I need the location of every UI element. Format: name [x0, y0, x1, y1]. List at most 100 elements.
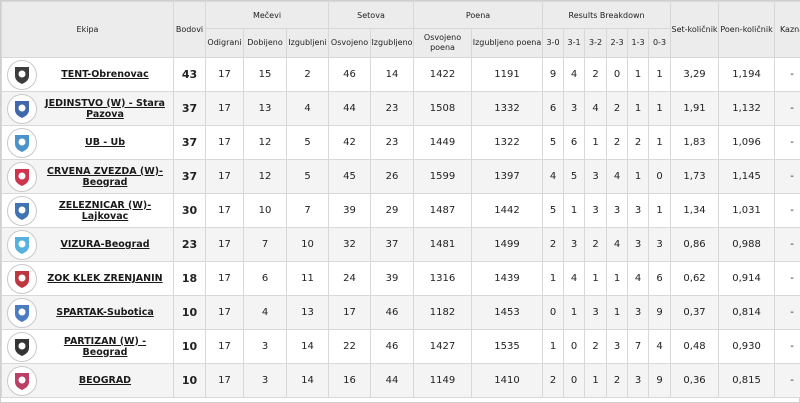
result-3-2-cell: 1: [584, 261, 608, 296]
team-name-link[interactable]: SPARTAK-Subotica: [37, 307, 173, 318]
won-cell: 3: [243, 329, 287, 364]
header-izgubljeno-poena[interactable]: Izgubljeno poena: [471, 28, 544, 58]
played-cell: 17: [205, 193, 244, 228]
result-3-2-cell: 2: [584, 329, 608, 364]
set-ratio-cell: 1,73: [670, 159, 720, 194]
header-3-1[interactable]: 3-1: [563, 28, 586, 58]
result-2-3-cell: 3: [606, 329, 629, 364]
points-lost-cell: 1322: [471, 125, 544, 160]
team-cell: CRVENA ZVEZDA (W)-Beograd: [1, 159, 174, 194]
header-poen-kolicnik[interactable]: Poen-količnik: [718, 1, 776, 58]
header-izgubljeni[interactable]: Izgubljeni: [286, 28, 329, 58]
sets-won-cell: 42: [328, 125, 371, 160]
played-cell: 17: [205, 329, 244, 364]
header-3-2[interactable]: 3-2: [584, 28, 608, 58]
points-cell: 30: [173, 193, 206, 228]
result-0-3-cell: 1: [648, 91, 672, 126]
result-3-2-cell: 2: [584, 57, 608, 92]
result-3-1-cell: 6: [563, 125, 586, 160]
won-cell: 15: [243, 57, 287, 92]
points-lost-cell: 1439: [471, 261, 544, 296]
header-sets-osvojeno[interactable]: Osvojeno: [328, 28, 371, 58]
header-osvojeno-poena[interactable]: Osvojeno poena: [413, 28, 473, 58]
team-name-link[interactable]: PARTIZAN (W) - Beograd: [37, 336, 173, 358]
header-0-3[interactable]: 0-3: [648, 28, 672, 58]
team-logo-icon: [7, 161, 37, 192]
header-ekipa[interactable]: Ekipa: [1, 1, 174, 58]
header-sets-izgubljeno[interactable]: Izgubljeno: [369, 28, 415, 58]
lost-cell: 14: [286, 329, 329, 364]
played-cell: 17: [205, 261, 244, 296]
team-name-link[interactable]: UB - Ub: [37, 137, 173, 148]
result-1-3-cell: 3: [627, 193, 650, 228]
points-lost-cell: 1410: [471, 363, 544, 398]
sets-won-cell: 45: [328, 159, 371, 194]
penalty-cell: -: [774, 227, 800, 262]
header-bodovi[interactable]: Bodovi: [173, 1, 206, 58]
sets-lost-cell: 23: [369, 125, 415, 160]
result-3-1-cell: 4: [563, 261, 586, 296]
point-ratio-cell: 0,988: [718, 227, 776, 262]
point-ratio-cell: 0,930: [718, 329, 776, 364]
team-cell: UB - Ub: [1, 125, 174, 160]
header-set-kolicnik[interactable]: Set-količnik: [670, 1, 720, 58]
team-name-link[interactable]: CRVENA ZVEZDA (W)-Beograd: [37, 166, 173, 188]
lost-cell: 13: [286, 295, 329, 330]
played-cell: 17: [205, 295, 244, 330]
sets-lost-cell: 14: [369, 57, 415, 92]
result-1-3-cell: 1: [627, 91, 650, 126]
team-name-link[interactable]: TENT-Obrenovac: [37, 69, 173, 80]
team-cell: JEDINSTVO (W) - Stara Pazova: [1, 91, 174, 126]
team-name-link[interactable]: VIZURA-Beograd: [37, 239, 173, 250]
result-0-3-cell: 9: [648, 295, 672, 330]
team-name-link[interactable]: BEOGRAD: [37, 375, 173, 386]
header-poena: Poena: [413, 1, 544, 29]
result-0-3-cell: 1: [648, 193, 672, 228]
result-3-0-cell: 2: [542, 363, 565, 398]
team-cell: ZELEZNICAR (W)-Lajkovac: [1, 193, 174, 228]
played-cell: 17: [205, 91, 244, 126]
team-name-link[interactable]: JEDINSTVO (W) - Stara Pazova: [37, 98, 173, 120]
points-won-cell: 1422: [413, 57, 473, 92]
set-ratio-cell: 1,34: [670, 193, 720, 228]
points-cell: 18: [173, 261, 206, 296]
penalty-cell: -: [774, 295, 800, 330]
played-cell: 17: [205, 227, 244, 262]
header-kazna[interactable]: Kazna: [774, 1, 800, 58]
result-3-1-cell: 4: [563, 57, 586, 92]
lost-cell: 14: [286, 363, 329, 398]
header-odigrani[interactable]: Odigrani: [205, 28, 244, 58]
team-cell: SPARTAK-Subotica: [1, 295, 174, 330]
team-name-link[interactable]: ZELEZNICAR (W)-Lajkovac: [37, 200, 173, 222]
table-row: VIZURA-Beograd 23 17 7 10 32 37 1481 1499 2 3 2 4 3 3 0…: [1, 227, 800, 262]
standings-table: Ekipa Bodovi Mečevi Setova Poena Results…: [1, 1, 800, 398]
team-name-link[interactable]: ZOK KLEK ZRENJANIN: [37, 273, 173, 284]
penalty-cell: -: [774, 57, 800, 92]
result-0-3-cell: 3: [648, 227, 672, 262]
result-1-3-cell: 2: [627, 125, 650, 160]
result-3-2-cell: 1: [584, 363, 608, 398]
lost-cell: 10: [286, 227, 329, 262]
point-ratio-cell: 1,145: [718, 159, 776, 194]
header-dobijeno[interactable]: Dobijeno: [243, 28, 287, 58]
won-cell: 13: [243, 91, 287, 126]
lost-cell: 4: [286, 91, 329, 126]
point-ratio-cell: 1,031: [718, 193, 776, 228]
points-won-cell: 1182: [413, 295, 473, 330]
sets-won-cell: 22: [328, 329, 371, 364]
result-3-1-cell: 0: [563, 363, 586, 398]
header-1-3[interactable]: 1-3: [627, 28, 650, 58]
header-3-0[interactable]: 3-0: [542, 28, 565, 58]
result-0-3-cell: 1: [648, 125, 672, 160]
result-3-2-cell: 2: [584, 227, 608, 262]
header-2-3[interactable]: 2-3: [606, 28, 629, 58]
result-3-0-cell: 5: [542, 125, 565, 160]
won-cell: 10: [243, 193, 287, 228]
result-2-3-cell: 0: [606, 57, 629, 92]
played-cell: 17: [205, 125, 244, 160]
result-0-3-cell: 4: [648, 329, 672, 364]
result-3-2-cell: 3: [584, 193, 608, 228]
result-1-3-cell: 3: [627, 363, 650, 398]
points-cell: 37: [173, 125, 206, 160]
result-1-3-cell: 1: [627, 159, 650, 194]
